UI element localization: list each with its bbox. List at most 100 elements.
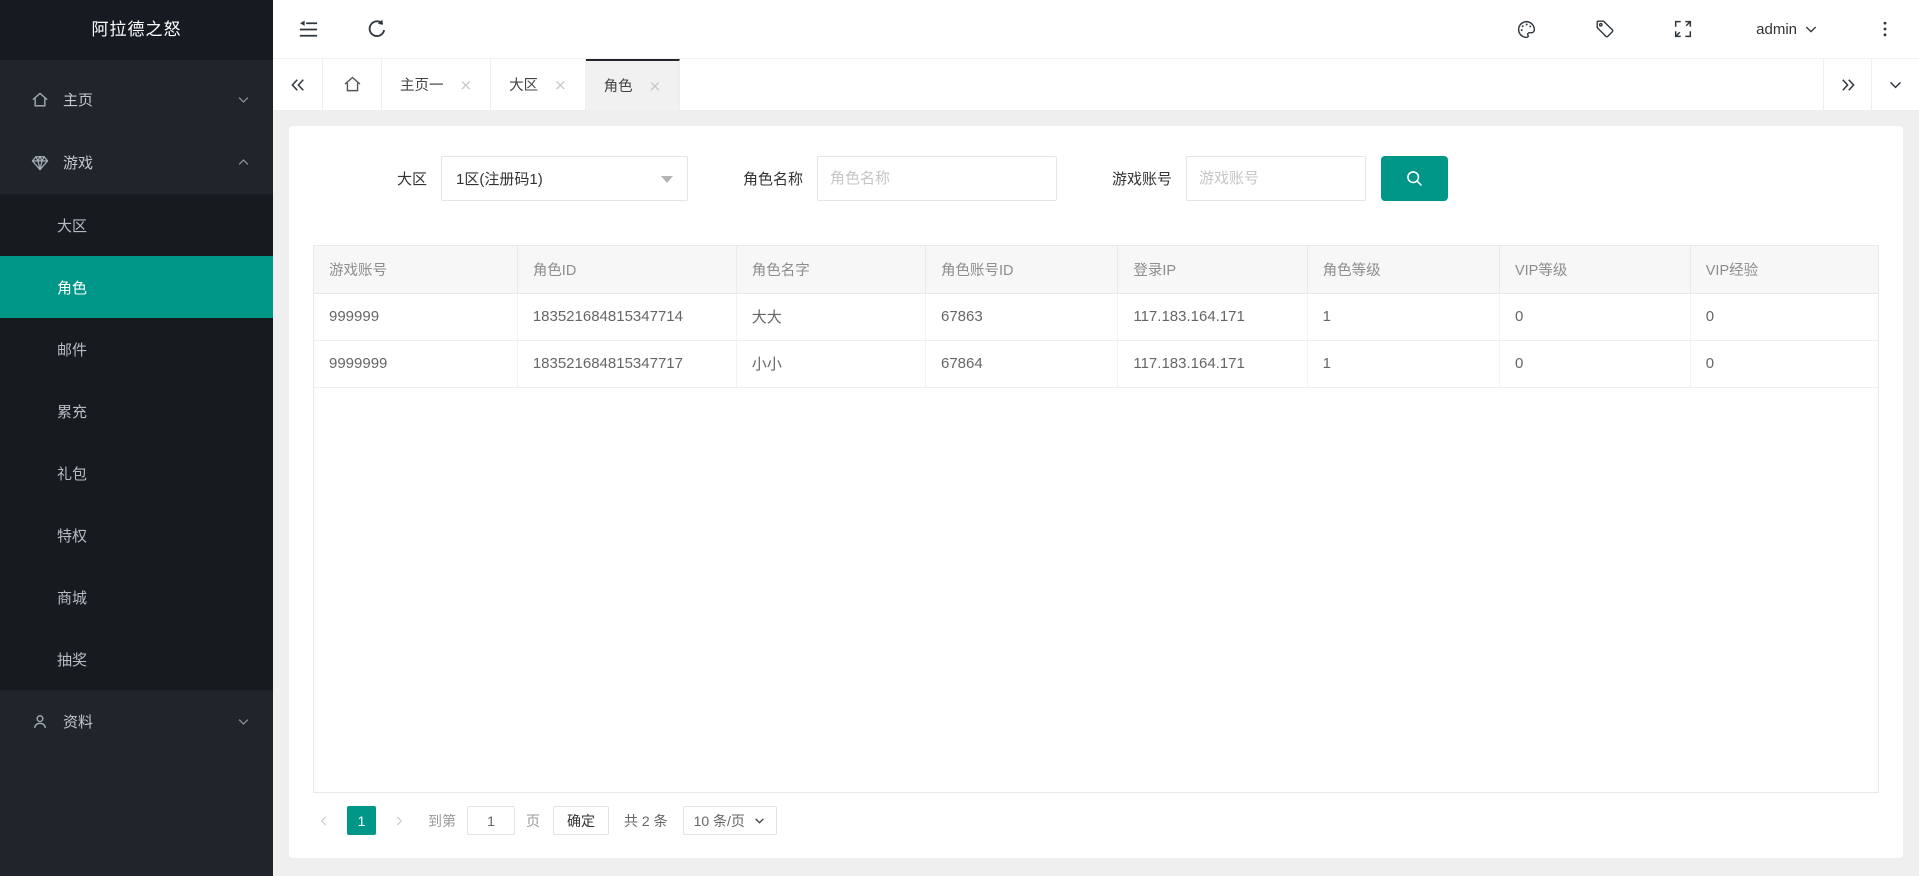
sidebar-item-giftpack[interactable]: 礼包	[0, 442, 273, 504]
cell-account: 999999	[314, 293, 517, 340]
sidebar-item-label: 主页	[63, 89, 93, 110]
submenu-label: 礼包	[57, 463, 87, 484]
sidebar-item-privilege[interactable]: 特权	[0, 504, 273, 566]
sidebar-item-home[interactable]: 主页	[0, 68, 273, 131]
role-name-label: 角色名称	[743, 168, 803, 189]
diamond-icon	[30, 153, 50, 173]
table-header: 游戏账号 角色ID 角色名字 角色账号ID 登录IP 角色等级 VIP等级 VI…	[314, 246, 1878, 293]
close-icon[interactable]: ×	[649, 77, 662, 95]
cell-vip-exp: 0	[1690, 293, 1878, 340]
prev-page-icon[interactable]	[313, 814, 335, 828]
sidebar-item-recharge[interactable]: 累充	[0, 380, 273, 442]
cell-role-account-id: 67863	[926, 293, 1118, 340]
chevron-down-icon	[236, 92, 251, 107]
confirm-button[interactable]: 确定	[553, 806, 609, 835]
chevron-down-icon	[1803, 21, 1819, 37]
region-select[interactable]: 1区(注册码1)	[441, 156, 688, 201]
submenu-label: 特权	[57, 525, 87, 546]
close-icon[interactable]: ×	[460, 76, 473, 94]
submenu-label: 邮件	[57, 339, 87, 360]
sidebar-item-region[interactable]: 大区	[0, 194, 273, 256]
tag-icon[interactable]	[1594, 18, 1616, 40]
col-account: 游戏账号	[314, 246, 517, 293]
page-number-current[interactable]: 1	[347, 806, 376, 835]
table-row[interactable]: 999999 183521684815347714 大大 67863 117.1…	[314, 293, 1878, 340]
chevron-up-icon	[236, 155, 251, 170]
page-size-select[interactable]: 10 条/页	[683, 806, 777, 835]
tab-region[interactable]: 大区 ×	[491, 59, 586, 110]
role-card: 大区 1区(注册码1) 角色名称 游戏账号 游戏账号 角色ID	[289, 126, 1903, 858]
col-role-level: 角色等级	[1307, 246, 1499, 293]
search-button[interactable]	[1381, 156, 1448, 201]
goto-page-input[interactable]	[467, 806, 515, 835]
cell-account: 9999999	[314, 340, 517, 387]
submenu-label: 大区	[57, 215, 87, 236]
tab-label: 大区	[509, 74, 538, 95]
chevron-down-icon	[753, 814, 766, 827]
caret-down-icon	[661, 176, 673, 183]
sidebar-item-game[interactable]: 游戏	[0, 131, 273, 194]
tabs-menu-icon[interactable]	[1871, 59, 1919, 110]
pagination: 1 到第 页 确定 共 2 条 10 条/页	[313, 806, 1879, 835]
cell-role-level: 1	[1307, 293, 1499, 340]
submenu-label: 抽奖	[57, 649, 87, 670]
submenu-label: 商城	[57, 587, 87, 608]
topbar-left	[297, 18, 388, 41]
content-area: 大区 1区(注册码1) 角色名称 游戏账号 游戏账号 角色ID	[273, 111, 1919, 876]
sidebar-menu: 主页 游戏 大区 角色 邮件 累充 礼包 特权 商城 抽奖	[0, 60, 273, 753]
page-unit-label: 页	[526, 811, 540, 831]
sidebar-item-role[interactable]: 角色	[0, 256, 273, 318]
sidebar-item-label: 资料	[63, 711, 93, 732]
home-icon	[30, 90, 50, 110]
more-options-icon[interactable]	[1875, 19, 1895, 39]
sidebar-item-lottery[interactable]: 抽奖	[0, 628, 273, 690]
goto-page-label: 到第	[428, 811, 456, 831]
chevron-down-icon	[236, 714, 251, 729]
cell-role-id: 183521684815347717	[517, 340, 736, 387]
total-count-label: 共 2 条	[624, 811, 668, 831]
tabbar: 主页一 × 大区 × 角色 ×	[273, 59, 1919, 111]
cell-role-account-id: 67864	[926, 340, 1118, 387]
tab-label: 主页一	[400, 74, 444, 95]
col-vip-level: VIP等级	[1499, 246, 1690, 293]
col-role-id: 角色ID	[517, 246, 736, 293]
sidebar-item-label: 游戏	[63, 152, 93, 173]
col-vip-exp: VIP经验	[1690, 246, 1878, 293]
cell-role-id: 183521684815347714	[517, 293, 736, 340]
app-title: 阿拉德之怒	[0, 0, 273, 60]
fullscreen-icon[interactable]	[1672, 18, 1694, 40]
tab-role[interactable]: 角色 ×	[586, 59, 681, 110]
submenu-label: 角色	[57, 277, 87, 298]
refresh-icon[interactable]	[366, 18, 388, 40]
user-menu[interactable]: admin	[1756, 21, 1819, 38]
user-icon	[30, 712, 50, 732]
close-icon[interactable]: ×	[554, 76, 567, 94]
theme-palette-icon[interactable]	[1515, 18, 1538, 41]
tab-home-icon[interactable]	[323, 59, 382, 110]
search-icon	[1404, 168, 1425, 189]
account-input[interactable]	[1186, 156, 1366, 201]
tab-label: 角色	[604, 75, 633, 96]
tabs-scroll-left-icon[interactable]	[273, 59, 323, 110]
cell-role-name: 小小	[736, 340, 925, 387]
region-label: 大区	[397, 168, 427, 189]
sidebar-item-mall[interactable]: 商城	[0, 566, 273, 628]
tabs-scroll-right-icon[interactable]	[1823, 59, 1871, 110]
page-size-value: 10 条/页	[694, 811, 745, 831]
next-page-icon[interactable]	[388, 814, 410, 828]
cell-role-name: 大大	[736, 293, 925, 340]
role-name-input[interactable]	[817, 156, 1057, 201]
col-login-ip: 登录IP	[1118, 246, 1307, 293]
col-role-account-id: 角色账号ID	[926, 246, 1118, 293]
cell-vip-level: 0	[1499, 293, 1690, 340]
cell-login-ip: 117.183.164.171	[1118, 293, 1307, 340]
cell-login-ip: 117.183.164.171	[1118, 340, 1307, 387]
sidebar-item-profile[interactable]: 资料	[0, 690, 273, 753]
collapse-menu-icon[interactable]	[297, 18, 320, 41]
cell-vip-exp: 0	[1690, 340, 1878, 387]
tab-homepage1[interactable]: 主页一 ×	[382, 59, 491, 110]
sidebar-item-mail[interactable]: 邮件	[0, 318, 273, 380]
username: admin	[1756, 21, 1797, 38]
sidebar: 阿拉德之怒 主页 游戏 大区 角色 邮件 累充 礼包 特权	[0, 0, 273, 876]
table-row[interactable]: 9999999 183521684815347717 小小 67864 117.…	[314, 340, 1878, 387]
